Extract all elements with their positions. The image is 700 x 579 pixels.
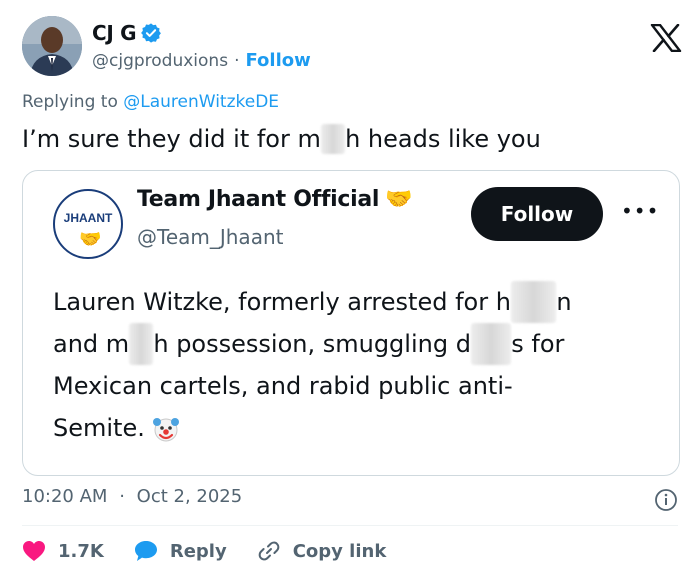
reply-bubble-icon — [134, 541, 157, 561]
heart-icon — [23, 541, 45, 561]
tweet-time[interactable]: 10:20 AM — [22, 486, 107, 507]
tweet-text: I’m sure they did it for meth heads like… — [22, 124, 541, 154]
quoted-text-part: Lauren Witzke, formerly arrested for h — [53, 288, 511, 316]
tweet-redacted-blur: et — [320, 124, 346, 154]
link-icon — [258, 541, 280, 561]
clown-face-emoji-icon — [151, 414, 181, 444]
copy-link-button[interactable]: Copy link — [257, 539, 387, 563]
quoted-text-part: and m — [53, 330, 130, 358]
quoted-redacted-blur: rug — [470, 323, 512, 365]
replying-to: Replying to @LaurenWitzkeDE — [22, 92, 279, 112]
quoted-tweet-card[interactable]: JHAANT 🤝 Team Jhaant Official 🤝 @Team_Jh… — [22, 170, 680, 476]
author-name[interactable]: CJ G — [92, 21, 137, 45]
tweet-text-part: h heads like you — [345, 125, 541, 153]
quoted-redacted-blur: et — [129, 323, 154, 365]
divider — [22, 525, 678, 526]
follow-link[interactable]: Follow — [245, 50, 310, 71]
copy-link-label: Copy link — [292, 540, 387, 562]
reply-label: Reply — [169, 540, 227, 562]
handle-separator: · — [234, 50, 240, 71]
tweet-text-part: I’m sure they did it for m — [22, 125, 321, 153]
author-handle[interactable]: @cjgproduxions — [92, 51, 228, 71]
meta-separator: · — [119, 486, 125, 507]
quoted-handle[interactable]: @Team_Jhaant — [137, 225, 283, 249]
quoted-body-line: Mexican cartels, and rabid public anti- — [53, 372, 513, 400]
action-bar: 1.7K Reply Copy link — [22, 538, 416, 564]
quoted-text-part: s for — [511, 330, 565, 358]
replying-mention[interactable]: @LaurenWitzkeDE — [123, 92, 279, 112]
more-options-icon[interactable]: ••• — [621, 199, 659, 223]
info-icon[interactable] — [654, 488, 678, 512]
tweet-date[interactable]: Oct 2, 2025 — [137, 486, 243, 507]
reply-button[interactable]: Reply — [134, 540, 227, 562]
author-avatar-image — [22, 16, 82, 76]
x-logo-icon[interactable] — [650, 23, 682, 53]
quoted-follow-button[interactable]: Follow — [471, 187, 603, 241]
like-button[interactable]: 1.7K — [22, 540, 104, 562]
replying-prefix: Replying to — [22, 92, 118, 112]
quoted-redacted-blur: eroi — [510, 281, 557, 323]
author-avatar[interactable] — [22, 16, 82, 76]
quoted-body-line: and meth possession, smuggling drugs for — [53, 323, 653, 365]
handshake-emoji-icon: 🤝 — [385, 187, 413, 212]
quoted-text-part: n — [556, 288, 572, 316]
quoted-text-part: h possession, smuggling d — [153, 330, 471, 358]
quoted-name[interactable]: Team Jhaant Official — [137, 187, 379, 212]
quoted-body: Lauren Witzke, formerly arrested for her… — [53, 281, 653, 449]
quoted-body-line: Semite. — [53, 407, 653, 449]
tweet-header: CJ G @cjgproduxions · Follow — [22, 14, 682, 78]
tweet-meta: 10:20 AM · Oct 2, 2025 — [22, 486, 678, 514]
quoted-text-part: Semite. — [53, 414, 145, 442]
verified-badge-icon — [140, 22, 162, 44]
like-count: 1.7K — [58, 540, 104, 562]
quoted-avatar[interactable]: JHAANT 🤝 — [53, 189, 123, 259]
author-info: CJ G @cjgproduxions · Follow — [92, 20, 311, 71]
quoted-avatar-logo-text: JHAANT — [63, 211, 113, 225]
quoted-body-line: Lauren Witzke, formerly arrested for her… — [53, 281, 653, 323]
handshake-emoji-icon: 🤝 — [79, 229, 102, 250]
